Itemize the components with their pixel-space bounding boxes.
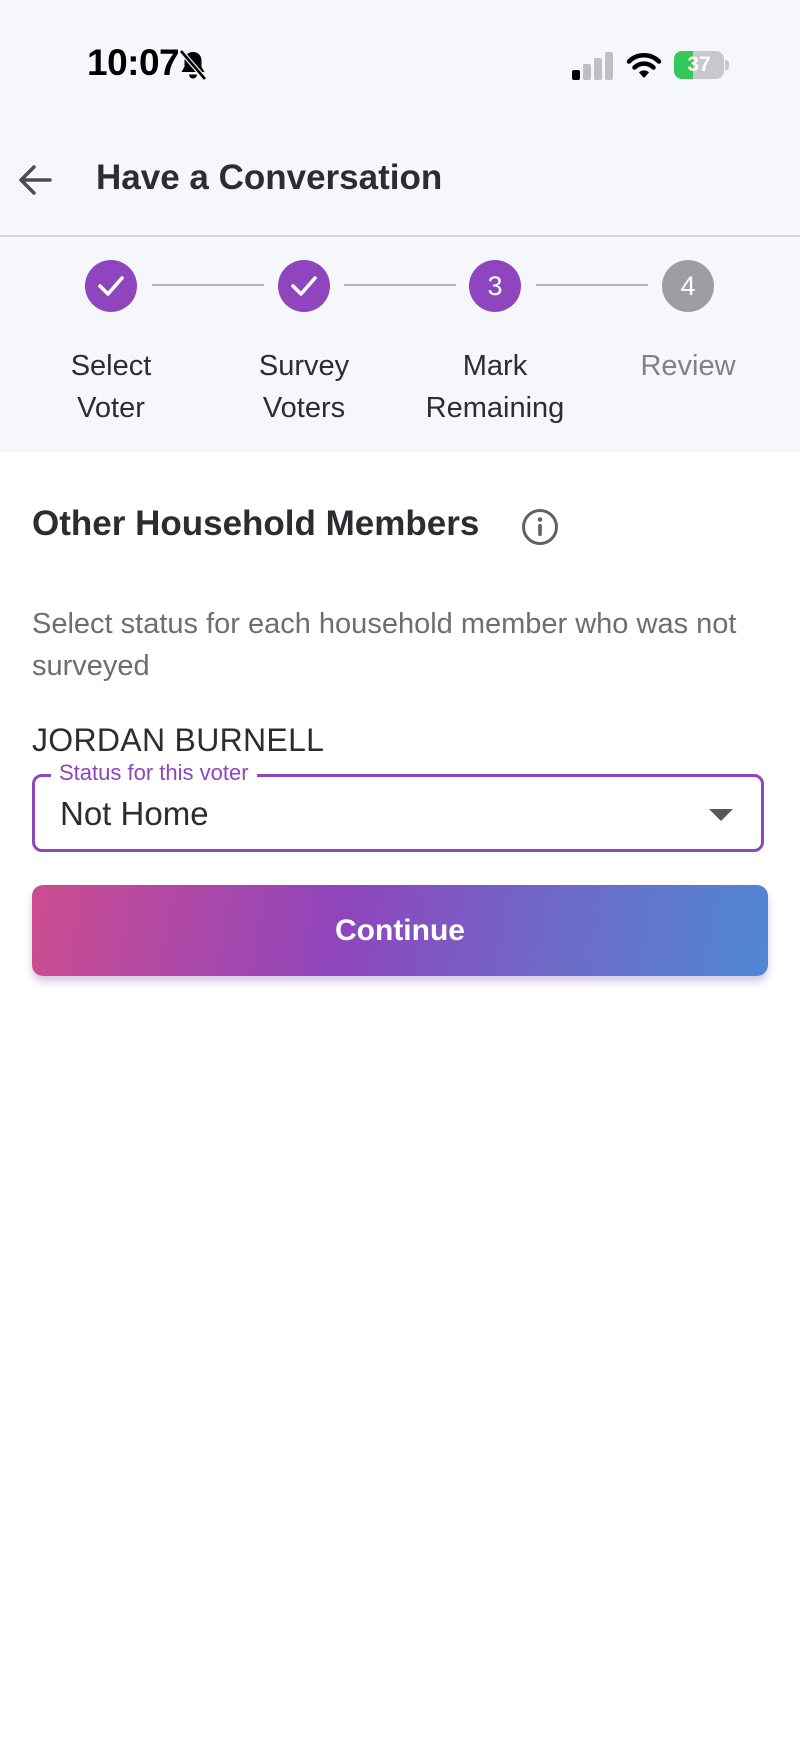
step-3-label: Mark Remaining [425, 350, 565, 424]
select-label: Status for this voter [51, 759, 257, 787]
status-time: 10:07 [87, 42, 180, 83]
section-title: Other Household Members [32, 504, 480, 543]
step-3-indicator: 3 [469, 260, 521, 312]
battery-charging-icon: 37 [674, 51, 730, 79]
app-header: Have a Conversation [0, 130, 800, 237]
step-2-check-icon [278, 260, 330, 312]
step-4-label: Review [640, 350, 736, 382]
wifi-icon [626, 53, 662, 78]
cellular-signal-icon [572, 52, 613, 80]
section-subtitle: Select status for each household member … [32, 608, 737, 682]
step-connector [344, 284, 456, 286]
step-connector [536, 284, 648, 286]
page-title: Have a Conversation [96, 158, 443, 197]
step-1-label: Select Voter [70, 350, 152, 424]
step-2-label: Survey Voters [258, 350, 350, 424]
info-circle-icon[interactable] [521, 508, 559, 546]
bell-slash-icon [179, 49, 207, 81]
voter-name: JORDAN BURNELL [32, 722, 325, 758]
step-1-check-icon [85, 260, 137, 312]
continue-button[interactable]: Continue [32, 885, 768, 976]
arrow-left-icon[interactable] [14, 158, 58, 202]
voter-status-select[interactable]: Status for this voter Not Home [32, 759, 764, 852]
status-bar: 10:07 37 [0, 0, 800, 130]
dropdown-arrow-icon [709, 809, 733, 821]
battery-percent: 37 [687, 53, 711, 76]
step-connector [152, 284, 264, 286]
step-4-indicator: 4 [662, 260, 714, 312]
select-value: Not Home [60, 795, 209, 832]
progress-stepper: 3 4 Select Voter Survey Voters Mark Rema… [0, 237, 800, 452]
